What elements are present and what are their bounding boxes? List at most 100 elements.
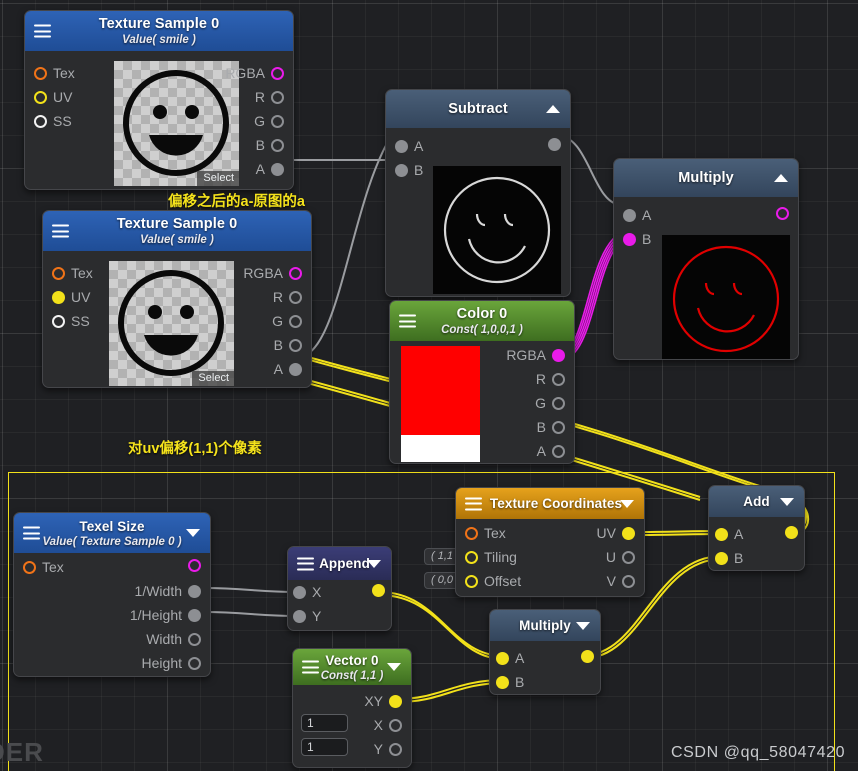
port-dot-icon[interactable] — [52, 290, 65, 304]
port-dot-icon[interactable] — [23, 560, 36, 574]
node-header[interactable]: Multiply — [614, 159, 798, 197]
port-in-tex[interactable]: Tex — [23, 559, 64, 575]
node-header[interactable]: Multiply — [490, 610, 600, 641]
multiply-preview[interactable] — [662, 235, 790, 359]
port-dot-icon[interactable] — [715, 527, 728, 541]
select-texture-button[interactable]: Select — [192, 371, 234, 386]
port-in-tex[interactable]: Tex — [34, 65, 75, 81]
port-dot-icon[interactable] — [389, 742, 402, 756]
port-dot-icon[interactable] — [293, 585, 306, 599]
node-texture-sample-bottom[interactable]: Texture Sample 0 Value( smile ) Tex UV S… — [42, 210, 312, 388]
node-header[interactable]: Color 0 Const( 1,0,0,1 ) — [390, 301, 574, 341]
port-out-xy[interactable]: XY — [364, 693, 402, 709]
port-dot-icon[interactable] — [395, 139, 408, 153]
port-in-ss[interactable]: SS — [34, 113, 72, 129]
port-out-x[interactable]: X — [374, 717, 402, 733]
port-out-rgba[interactable]: RGBA — [243, 265, 302, 281]
port-out-b[interactable]: B — [274, 337, 302, 353]
port-out-a[interactable]: A — [274, 361, 302, 377]
hamburger-icon[interactable] — [34, 24, 51, 38]
port-dot-icon[interactable] — [188, 559, 201, 572]
port-in-y[interactable]: Y — [293, 608, 321, 624]
vector-y-input[interactable]: 1 — [301, 738, 348, 756]
port-dot-icon[interactable] — [289, 290, 302, 304]
node-header[interactable]: Texture Coordinates — [456, 488, 644, 519]
port-dot-icon[interactable] — [188, 632, 201, 646]
caret-up-icon[interactable] — [546, 105, 560, 113]
texture-preview[interactable]: Select — [109, 261, 234, 386]
port-dot-icon[interactable] — [548, 138, 561, 151]
vector-x-input[interactable]: 1 — [301, 714, 348, 732]
port-out-r[interactable]: R — [273, 289, 302, 305]
port-in-tex[interactable]: Tex — [465, 525, 506, 541]
node-vector-0[interactable]: Vector 0 Const( 1,1 ) XY X 1 Y 1 — [292, 648, 412, 768]
port-in-offset[interactable]: Offset — [465, 573, 521, 589]
port-out-uv[interactable]: UV — [597, 525, 635, 541]
node-texture-sample-top[interactable]: Texture Sample 0 Value( smile ) Tex UV S… — [24, 10, 294, 190]
port-in-a[interactable]: A — [496, 650, 524, 666]
caret-down-icon[interactable] — [186, 529, 200, 537]
port-dot-icon[interactable] — [552, 444, 565, 458]
port-out-width[interactable]: Width — [146, 631, 201, 647]
port-out-result[interactable] — [776, 207, 789, 220]
port-dot-icon[interactable] — [715, 551, 728, 565]
color-swatch[interactable] — [401, 346, 480, 462]
node-header[interactable]: Add — [709, 486, 804, 517]
node-header[interactable]: Subtract — [386, 90, 570, 128]
port-in-ss[interactable]: SS — [52, 313, 90, 329]
port-out-b[interactable]: B — [256, 137, 284, 153]
node-header[interactable]: Vector 0 Const( 1,1 ) — [293, 649, 411, 685]
port-dot-icon[interactable] — [188, 656, 201, 670]
port-dot-icon[interactable] — [271, 90, 284, 104]
node-multiply-bottom[interactable]: Multiply A B — [489, 609, 601, 695]
caret-down-icon[interactable] — [780, 497, 794, 506]
caret-down-icon[interactable] — [620, 499, 634, 508]
port-dot-icon[interactable] — [465, 574, 478, 588]
port-in-tex[interactable]: Tex — [52, 265, 93, 281]
port-in-b[interactable]: B — [496, 674, 524, 690]
port-dot-icon[interactable] — [552, 348, 565, 362]
port-dot-icon[interactable] — [293, 609, 306, 623]
port-out-main[interactable] — [188, 559, 201, 572]
port-dot-icon[interactable] — [465, 526, 478, 540]
node-subtract[interactable]: Subtract A B — [385, 89, 571, 297]
port-in-tiling[interactable]: Tiling — [465, 549, 517, 565]
port-out-g[interactable]: G — [254, 113, 284, 129]
node-texture-coordinates[interactable]: Texture Coordinates Tex Tiling Offset UV — [455, 487, 645, 597]
port-out-r[interactable]: R — [255, 89, 284, 105]
hamburger-icon[interactable] — [297, 557, 314, 570]
port-out-v[interactable]: V — [607, 573, 635, 589]
port-out-u[interactable]: U — [606, 549, 635, 565]
port-dot-icon[interactable] — [623, 232, 636, 246]
port-out-result[interactable] — [372, 584, 385, 597]
port-in-x[interactable]: X — [293, 584, 321, 600]
port-out-inv-height[interactable]: 1/Height — [130, 607, 201, 623]
port-out-g[interactable]: G — [272, 313, 302, 329]
port-out-y[interactable]: Y — [374, 741, 402, 757]
port-out-result[interactable] — [548, 138, 561, 151]
port-dot-icon[interactable] — [623, 208, 636, 222]
port-in-b[interactable]: B — [623, 231, 651, 247]
port-dot-icon[interactable] — [622, 550, 635, 564]
hamburger-icon[interactable] — [465, 497, 482, 510]
port-in-a[interactable]: A — [715, 526, 743, 542]
node-header[interactable]: Append — [288, 547, 391, 580]
port-dot-icon[interactable] — [34, 66, 47, 80]
port-out-a[interactable]: A — [256, 161, 284, 177]
port-dot-icon[interactable] — [52, 266, 65, 280]
port-in-a[interactable]: A — [395, 138, 423, 154]
port-dot-icon[interactable] — [52, 314, 65, 328]
port-dot-icon[interactable] — [188, 608, 201, 622]
port-dot-icon[interactable] — [289, 338, 302, 352]
port-in-a[interactable]: A — [623, 207, 651, 223]
hamburger-icon[interactable] — [23, 526, 40, 540]
port-dot-icon[interactable] — [271, 162, 284, 176]
port-dot-icon[interactable] — [496, 651, 509, 665]
port-dot-icon[interactable] — [271, 138, 284, 152]
port-in-uv[interactable]: UV — [34, 89, 72, 105]
port-in-uv[interactable]: UV — [52, 289, 90, 305]
port-dot-icon[interactable] — [271, 114, 284, 128]
node-header[interactable]: Texture Sample 0 Value( smile ) — [43, 211, 311, 251]
port-out-result[interactable] — [581, 650, 594, 663]
hamburger-icon[interactable] — [52, 224, 69, 238]
